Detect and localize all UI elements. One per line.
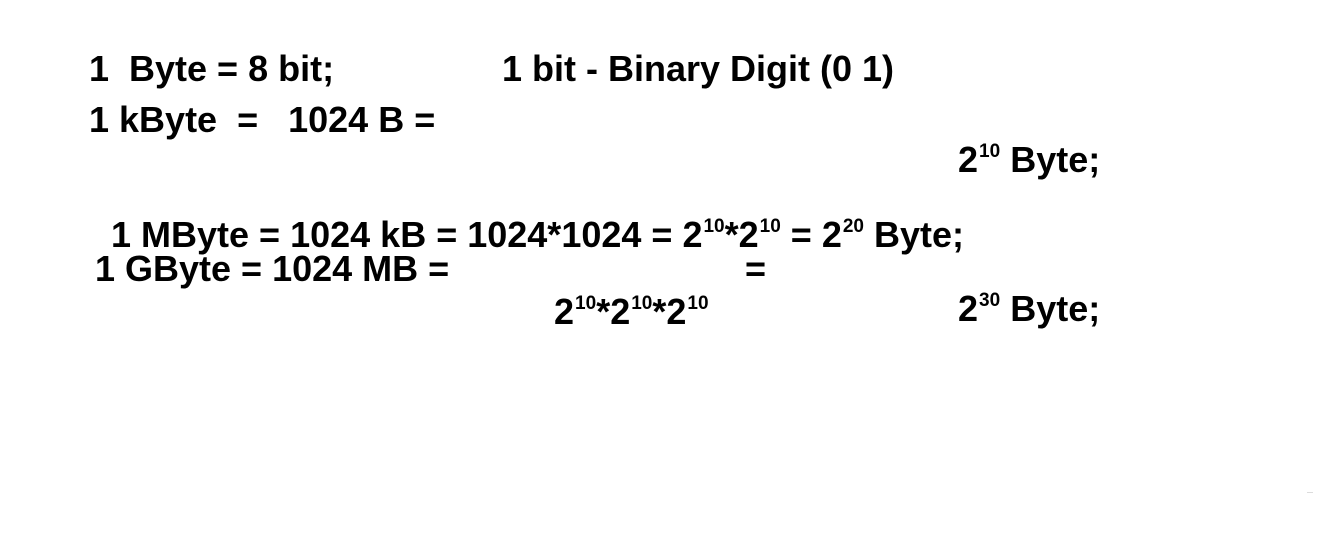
line4-multiply-1: * (596, 291, 611, 332)
line4-result-base: 2 (958, 288, 979, 329)
line3-term1-base: 2 (682, 214, 703, 255)
line3-equals: = (780, 214, 822, 255)
line2-unit: Byte; (1000, 139, 1101, 180)
corner-mark (1307, 492, 1313, 493)
line4-power-product: 210*210*210 (534, 252, 709, 332)
line3-multiply: * (724, 214, 739, 255)
line4-term3-exponent: 10 (687, 293, 709, 314)
line3-result-exponent: 20 (842, 216, 864, 237)
line4-term2-exponent: 10 (631, 293, 653, 314)
line4-gbyte-definition: 1 GByte = 1024 MB = (95, 248, 450, 289)
line4-result-exponent: 30 (979, 290, 1001, 311)
line3-result-base: 2 (821, 214, 842, 255)
line4-equals: = (745, 248, 767, 289)
line2-power-base: 2 (958, 139, 979, 180)
line1-bit-definition: 1 bit - Binary Digit (0 1) (502, 48, 895, 89)
line4-term2-base: 2 (610, 291, 631, 332)
line3-term1-exponent: 10 (703, 216, 725, 237)
line4-term1-exponent: 10 (575, 293, 597, 314)
line3-term2-exponent: 10 (759, 216, 781, 237)
line2-kbyte-result: 210 Byte; (938, 100, 1100, 180)
line2-kbyte-definition: 1 kByte = 1024 B = (89, 99, 436, 140)
line4-term1-base: 2 (554, 291, 575, 332)
line4-multiply-2: * (652, 291, 667, 332)
line4-term3-base: 2 (666, 291, 687, 332)
line4-gbyte-result: 230 Byte; (938, 249, 1100, 329)
line1-byte-definition: 1 Byte = 8 bit; (89, 48, 335, 89)
line3-mbyte-definition: 1 MByte = 1024 kB = 1024*1024 = 210*210 … (91, 175, 964, 255)
line4-unit: Byte; (1000, 288, 1101, 329)
line2-power-exponent: 10 (979, 141, 1001, 162)
